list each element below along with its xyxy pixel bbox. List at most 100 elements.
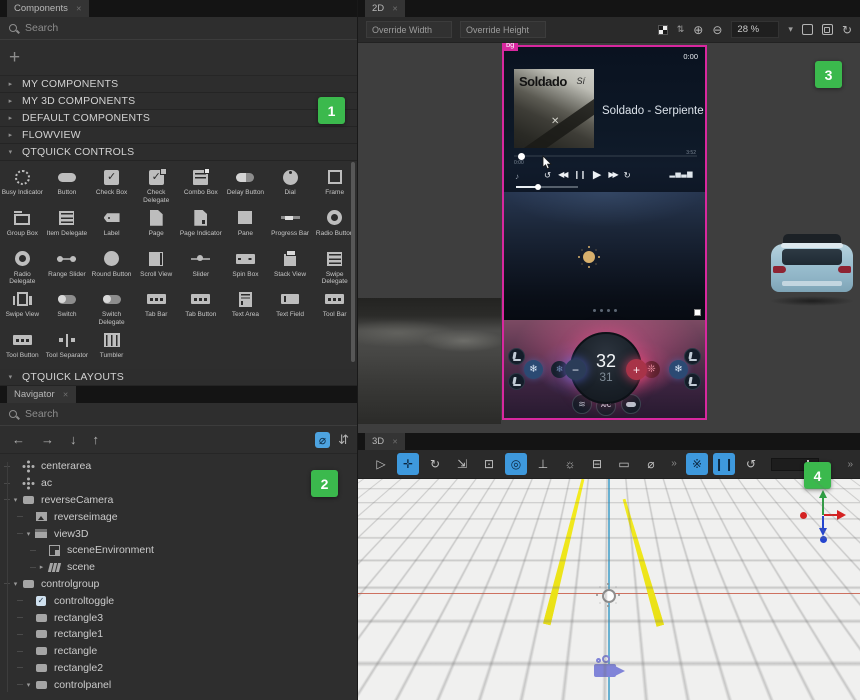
- component-item-switch[interactable]: Switch: [45, 287, 90, 328]
- scene-preview-section[interactable]: [504, 192, 705, 320]
- component-item-radio-delegate[interactable]: Radio Delegate: [0, 247, 45, 288]
- component-item-scroll-view[interactable]: Scroll View: [134, 247, 179, 288]
- temp-minus-button[interactable]: −: [565, 359, 586, 380]
- component-item-page[interactable]: Page: [134, 206, 179, 247]
- edit-light-tool[interactable]: ☼: [559, 453, 581, 475]
- component-item-tab-button[interactable]: Tab Button: [179, 287, 224, 328]
- section-flowview[interactable]: ▸FLOWVIEW: [0, 127, 357, 144]
- progress-knob[interactable]: [518, 153, 525, 160]
- previous-icon[interactable]: ◀◀: [558, 171, 566, 179]
- chevron-down-icon[interactable]: ▾: [24, 681, 33, 689]
- component-item-text-area[interactable]: Text Area: [223, 287, 268, 328]
- tab-components[interactable]: Components ✕: [7, 0, 89, 17]
- component-item-check-box[interactable]: Check Box: [89, 165, 134, 206]
- override-height-input[interactable]: [460, 21, 546, 38]
- phone-artboard-bg[interactable]: bg 0:00 Soldado Sí ✕ Soldado - Serpiente…: [502, 45, 707, 420]
- components-scrollbar[interactable]: [351, 162, 355, 362]
- snowflake-left-button[interactable]: ❄: [524, 360, 543, 379]
- tree-item-rectangle[interactable]: rectangle: [0, 643, 357, 660]
- component-item-pane[interactable]: Pane: [223, 206, 268, 247]
- tree-item-controlpanel[interactable]: ▾controlpanel: [0, 676, 357, 693]
- component-item-tool-button[interactable]: Tool Button: [0, 328, 45, 369]
- edit-axis-tool[interactable]: ⊥: [532, 453, 554, 475]
- landscape-image[interactable]: [358, 298, 501, 424]
- seat-heat-left-top-button[interactable]: [508, 348, 525, 365]
- components-search-input[interactable]: [25, 22, 348, 34]
- overflow-icon[interactable]: »: [667, 453, 681, 475]
- axis-gizmo[interactable]: [800, 491, 846, 543]
- tree-item-view3d[interactable]: ▾view3D: [0, 525, 357, 542]
- reset-particles-button[interactable]: ↺: [740, 453, 762, 475]
- zoom-in-icon[interactable]: ⊕: [693, 24, 703, 36]
- fit-screen-icon[interactable]: [802, 24, 813, 35]
- temp-plus-button[interactable]: +: [626, 359, 647, 380]
- edit-camera-tool[interactable]: ⊟: [586, 453, 608, 475]
- visibility-toggle-icon[interactable]: ⌀: [315, 432, 330, 448]
- seat-heat-left-bottom-button[interactable]: [508, 373, 525, 390]
- close-icon[interactable]: ✕: [76, 5, 82, 13]
- component-item-progress-bar[interactable]: Progress Bar: [268, 206, 313, 247]
- back-icon[interactable]: ←: [12, 433, 25, 446]
- section-qtquick-controls[interactable]: ▾QTQUICK CONTROLS: [0, 144, 357, 161]
- component-item-text-field[interactable]: Text Field: [268, 287, 313, 328]
- viewport-mode-tool[interactable]: ▭: [613, 453, 635, 475]
- component-item-swipe-view[interactable]: Swipe View: [0, 287, 45, 328]
- tree-item-scene[interactable]: ▸scene: [0, 559, 357, 576]
- tree-item-ac[interactable]: ac: [0, 475, 357, 492]
- component-item-tool-separator[interactable]: Tool Separator: [45, 328, 90, 369]
- tab-2d[interactable]: 2D ✕: [365, 0, 405, 17]
- component-item-group-box[interactable]: Group Box: [0, 206, 45, 247]
- section-my-components[interactable]: ▸MY COMPONENTS: [0, 76, 357, 93]
- component-item-item-delegate[interactable]: Item Delegate: [45, 206, 90, 247]
- reset-view-icon[interactable]: ↻: [842, 24, 852, 36]
- rotate-tool[interactable]: ↻: [424, 453, 446, 475]
- component-item-range-slider[interactable]: Range Slider: [45, 247, 90, 288]
- music-player-section[interactable]: 0:00 Soldado Sí ✕ Soldado - Serpiente 0:…: [504, 47, 705, 192]
- close-icon[interactable]: ✕: [392, 5, 398, 13]
- background-color-toggle[interactable]: [658, 25, 668, 35]
- component-item-button[interactable]: Button: [45, 165, 90, 206]
- pause-particles-button[interactable]: ❙❙: [713, 453, 735, 475]
- tree-item-rectangle1[interactable]: rectangle1: [0, 626, 357, 643]
- component-item-page-indicator[interactable]: Page Indicator: [179, 206, 224, 247]
- close-icon[interactable]: ✕: [392, 438, 398, 446]
- 2d-canvas[interactable]: bg 0:00 Soldado Sí ✕ Soldado - Serpiente…: [358, 43, 860, 433]
- component-item-check-delegate[interactable]: Check Delegate: [134, 165, 179, 206]
- close-icon[interactable]: ✕: [63, 391, 69, 399]
- local-orientation-toggle[interactable]: ◎: [505, 453, 527, 475]
- chevron-right-icon[interactable]: ▸: [37, 563, 46, 571]
- move-down-icon[interactable]: ↓: [70, 433, 77, 446]
- component-item-busy-indicator[interactable]: Busy Indicator: [0, 165, 45, 206]
- add-component-button[interactable]: +: [9, 48, 20, 67]
- tree-item-centerarea[interactable]: centerarea: [0, 458, 357, 475]
- stepper-icon[interactable]: ⇅: [677, 25, 685, 34]
- move-tool[interactable]: ✛: [397, 453, 419, 475]
- overflow-right-icon[interactable]: »: [847, 459, 853, 470]
- zoom-level-select[interactable]: 28 %: [731, 21, 779, 38]
- visibility-toggle-tool[interactable]: ⌀: [640, 453, 662, 475]
- volume-knob[interactable]: [535, 184, 541, 190]
- chevron-down-icon[interactable]: ▾: [11, 580, 20, 588]
- chevron-down-icon[interactable]: ▾: [11, 496, 20, 504]
- component-item-label[interactable]: Label: [89, 206, 134, 247]
- 3d-viewport[interactable]: [358, 479, 860, 700]
- tree-item-reverseimage[interactable]: reverseimage: [0, 508, 357, 525]
- component-item-stack-view[interactable]: Stack View: [268, 247, 313, 288]
- fit-selected-tool[interactable]: ⊡: [478, 453, 500, 475]
- component-item-dial[interactable]: Dial: [268, 165, 313, 206]
- seat-heat-right-bottom-button[interactable]: [684, 373, 701, 390]
- camera-gizmo[interactable]: [594, 655, 628, 679]
- history-icon[interactable]: ↺: [544, 171, 551, 180]
- car-3d-render[interactable]: [766, 228, 858, 306]
- section-default-components[interactable]: ▸DEFAULT COMPONENTS: [0, 110, 357, 127]
- zoom-out-icon[interactable]: ⊖: [712, 24, 722, 36]
- tree-item-reversecamera[interactable]: ▾reverseCamera: [0, 492, 357, 509]
- tree-item-rectangle2[interactable]: rectangle2: [0, 660, 357, 677]
- component-item-slider[interactable]: Slider: [179, 247, 224, 288]
- component-item-switch-delegate[interactable]: Switch Delegate: [89, 287, 134, 328]
- volume-slider[interactable]: [516, 186, 578, 188]
- zoom-selection-icon[interactable]: [822, 24, 833, 35]
- tree-item-controlgroup[interactable]: ▾controlgroup: [0, 576, 357, 593]
- snap-toggle[interactable]: ※: [686, 453, 708, 475]
- play-icon[interactable]: ▶: [593, 170, 601, 181]
